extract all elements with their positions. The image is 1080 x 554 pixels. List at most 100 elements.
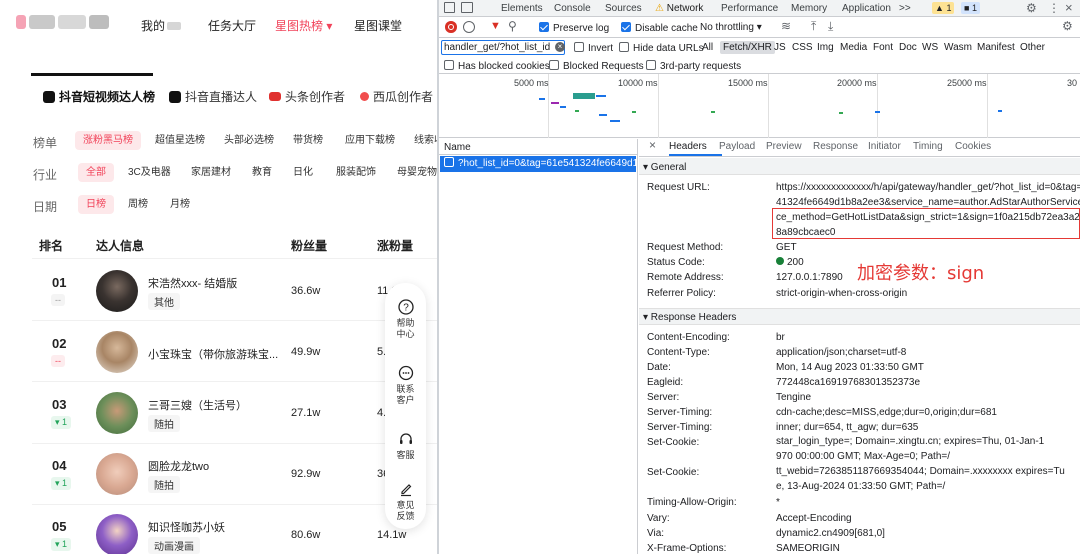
record-icon[interactable] xyxy=(445,21,457,33)
close-devtools-icon[interactable]: × xyxy=(1065,0,1073,15)
blocked-requests-checkbox[interactable]: Blocked Requests xyxy=(549,60,644,72)
response-headers-toggle[interactable]: ▾ Response Headers xyxy=(643,312,736,323)
tab-douyin-live[interactable]: 抖音直播达人 xyxy=(169,88,257,105)
filter-date-option[interactable]: 周榜 xyxy=(128,195,148,214)
avatar[interactable] xyxy=(96,392,138,434)
tab-payload[interactable]: Payload xyxy=(719,141,755,152)
tab-cookies[interactable]: Cookies xyxy=(955,141,991,152)
nav-my[interactable]: 我的 xyxy=(141,17,182,34)
avatar[interactable] xyxy=(96,270,138,312)
filter-type-js[interactable]: JS xyxy=(774,42,786,53)
tab-douyin-video[interactable]: 抖音短视频达人榜 xyxy=(43,88,155,105)
service-button[interactable]: 客服 xyxy=(385,431,426,461)
filter-rank-option[interactable]: 头部必选榜 xyxy=(224,131,274,150)
filter-type-ws[interactable]: WS xyxy=(922,42,938,53)
filter-type-media[interactable]: Media xyxy=(840,42,867,53)
general-section-toggle[interactable]: ▾ General xyxy=(643,162,686,173)
tab-preview[interactable]: Preview xyxy=(766,141,802,152)
wifi-conditions-icon[interactable]: ≋ xyxy=(781,19,791,33)
warning-count-badge[interactable]: ▲ 1 xyxy=(932,2,955,14)
tab-toutiao[interactable]: 头条创作者 xyxy=(269,88,345,105)
filter-date-option[interactable]: 月榜 xyxy=(170,195,190,214)
filter-date-option[interactable]: 日榜 xyxy=(78,195,114,214)
active-tab-indicator xyxy=(669,154,722,156)
nav-hot-list[interactable]: 星图热榜 ▾ xyxy=(275,17,332,34)
preserve-log-checkbox[interactable]: Preserve log xyxy=(539,22,609,34)
third-party-checkbox[interactable]: 3rd-party requests xyxy=(646,60,741,72)
avatar[interactable] xyxy=(96,453,138,495)
filter-industry-option[interactable]: 3C及电器 xyxy=(128,163,171,182)
tab-initiator[interactable]: Initiator xyxy=(868,141,901,152)
blocked-cookies-checkbox[interactable]: Has blocked cookies xyxy=(444,60,550,72)
feedback-button[interactable]: 意见 反馈 xyxy=(385,481,426,522)
creator-name[interactable]: 圆脸龙龙two xyxy=(148,458,209,474)
tab-console[interactable]: Console xyxy=(554,3,591,14)
network-overview-timeline[interactable]: 5000 ms 10000 ms 15000 ms 20000 ms 25000… xyxy=(439,74,1080,138)
filter-industry-option[interactable]: 教育 xyxy=(252,163,272,182)
creator-name[interactable]: 知识怪咖苏小妖 xyxy=(148,519,225,535)
filter-industry-option[interactable]: 日化 xyxy=(293,163,313,182)
filter-input[interactable]: handler_get/?hot_list_id xyxy=(441,40,565,55)
network-settings-icon[interactable]: ⚙ xyxy=(1062,19,1073,33)
fans-count: 49.9w xyxy=(291,346,321,358)
filter-industry-option[interactable]: 服装配饰 xyxy=(336,163,376,182)
clear-filter-icon[interactable]: × xyxy=(555,42,565,52)
filter-type-fetch-xhr[interactable]: Fetch/XHR xyxy=(720,41,775,54)
settings-gear-icon[interactable]: ⚙ xyxy=(1026,1,1037,15)
export-har-icon[interactable]: ⤓ xyxy=(828,19,833,34)
help-center-button[interactable]: ? 帮助 中心 xyxy=(385,299,426,340)
site-logo[interactable] xyxy=(16,15,111,35)
filter-type-font[interactable]: Font xyxy=(873,42,893,53)
search-icon[interactable]: ⚲ xyxy=(508,19,517,33)
filter-type-img[interactable]: Img xyxy=(817,42,834,53)
tab-response[interactable]: Response xyxy=(813,141,858,152)
tab-memory[interactable]: Memory xyxy=(791,3,827,14)
contact-button[interactable]: 联系 客户 xyxy=(385,365,426,406)
filter-type-css[interactable]: CSS xyxy=(792,42,813,53)
tab-elements[interactable]: Elements xyxy=(501,3,543,14)
nav-class[interactable]: 星图课堂 xyxy=(354,17,402,34)
more-tabs-button[interactable]: >> xyxy=(899,3,911,14)
disable-cache-checkbox[interactable]: Disable cache xyxy=(621,22,698,34)
creator-name[interactable]: 宋浩然xxx- 结婚版 xyxy=(148,275,237,291)
creator-name[interactable]: 三哥三嫂（生活号） xyxy=(148,397,247,413)
tab-performance[interactable]: Performance xyxy=(721,3,778,14)
inspect-icon[interactable] xyxy=(444,2,455,13)
message-count-badge[interactable]: ■ 1 xyxy=(961,2,980,14)
avatar[interactable] xyxy=(96,514,138,554)
filter-type-all[interactable]: All xyxy=(702,42,713,53)
creator-name[interactable]: 小宝珠宝（带你旅游珠宝... xyxy=(148,346,278,362)
filter-type-doc[interactable]: Doc xyxy=(899,42,917,53)
filter-funnel-icon[interactable]: ▼ xyxy=(490,20,501,32)
close-details-icon[interactable]: × xyxy=(649,138,656,152)
filter-type-manifest[interactable]: Manifest xyxy=(977,42,1015,53)
nav-task-hall[interactable]: 任务大厅 xyxy=(208,17,256,34)
filter-rank-option[interactable]: 超值星选榜 xyxy=(155,131,205,150)
tab-sources[interactable]: Sources xyxy=(605,3,642,14)
filter-rank-option[interactable]: 带货榜 xyxy=(293,131,323,150)
filter-industry-option[interactable]: 全部 xyxy=(78,163,114,182)
filter-type-other[interactable]: Other xyxy=(1020,42,1045,53)
header-value: Tengine xyxy=(776,392,812,403)
import-har-icon[interactable]: ⤒ xyxy=(811,19,816,34)
filter-rank-option[interactable]: 应用下载榜 xyxy=(345,131,395,150)
more-options-icon[interactable]: ⋮ xyxy=(1048,1,1060,15)
filter-rank-option[interactable]: 涨粉黑马榜 xyxy=(75,131,141,150)
hide-data-urls-checkbox[interactable]: Hide data URLs xyxy=(619,42,704,54)
avatar[interactable] xyxy=(96,331,138,373)
tab-network[interactable]: ⚠ Network xyxy=(655,3,703,14)
tab-application[interactable]: Application xyxy=(842,3,891,14)
filter-rank-option[interactable]: 线索收 xyxy=(414,131,437,150)
clear-icon[interactable] xyxy=(463,21,475,33)
tab-headers[interactable]: Headers xyxy=(669,141,707,152)
filter-industry-option[interactable]: 家居建材 xyxy=(191,163,231,182)
filter-type-wasm[interactable]: Wasm xyxy=(944,42,972,53)
throttling-select[interactable]: No throttling ▾ xyxy=(700,22,762,33)
device-toggle-icon[interactable] xyxy=(461,2,473,13)
tab-xigua[interactable]: 西瓜创作者 xyxy=(360,88,433,105)
request-list-header[interactable]: Name xyxy=(444,142,471,153)
tab-timing[interactable]: Timing xyxy=(913,141,943,152)
request-row[interactable]: ?hot_list_id=0&tag=61e541324fe6649d1b... xyxy=(440,156,636,172)
filter-industry-option[interactable]: 母婴宠物 xyxy=(397,163,437,182)
invert-checkbox[interactable]: Invert xyxy=(574,42,613,54)
